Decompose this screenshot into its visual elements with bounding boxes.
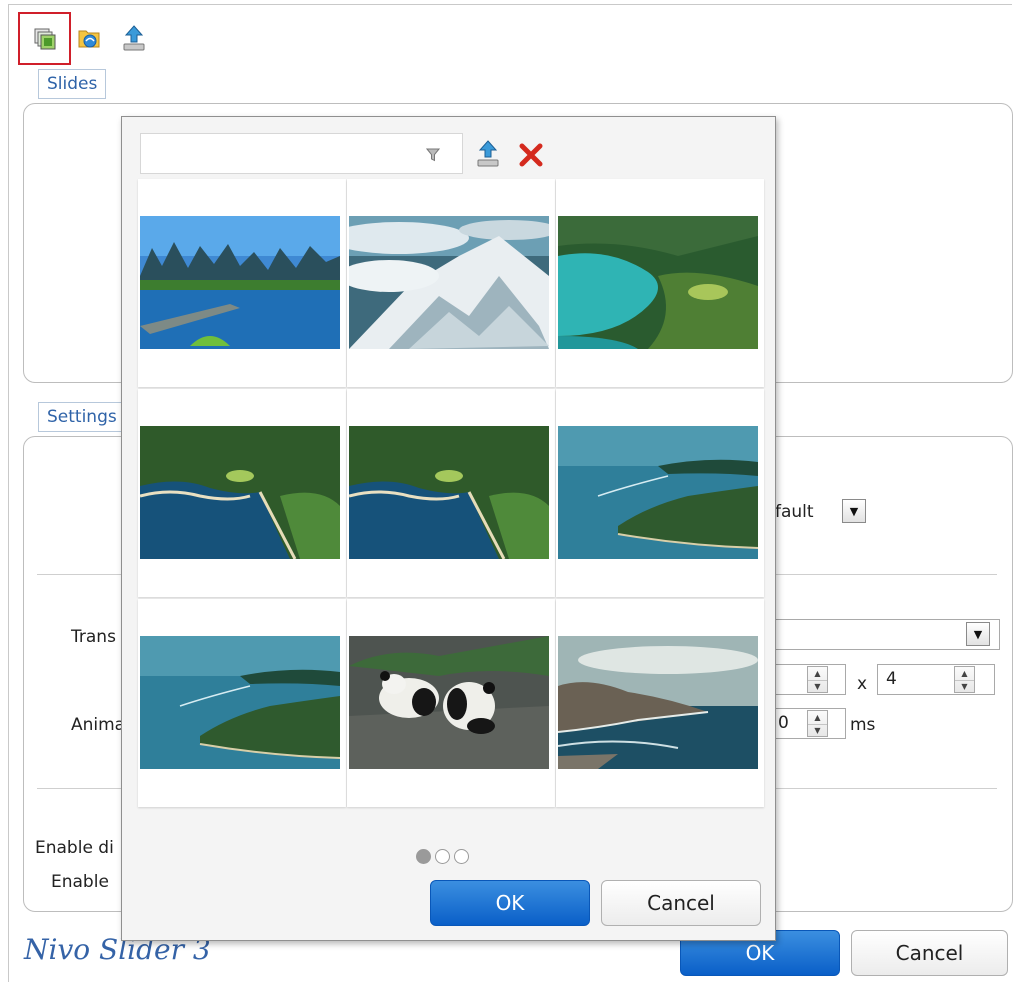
spin-down-icon[interactable]: ▼ [955,679,974,693]
upload-icon [123,25,145,51]
spin-up-icon[interactable]: ▲ [808,667,827,680]
chevron-down-icon: ▼ [849,504,859,518]
image-tile[interactable] [556,389,764,597]
green-bay-aerial-2-thumbnail[interactable] [349,426,549,559]
settings-section-label: Settings [38,402,126,432]
karst-mountains-lake-image [140,216,340,349]
rocky-coastline-thumbnail[interactable] [558,636,758,769]
cancel-button-label: Cancel [895,941,964,965]
filter-icon[interactable] [426,148,440,162]
image-tile[interactable] [347,389,555,597]
page-dot-2[interactable] [435,849,450,864]
transition-label: Trans [71,627,116,647]
green-bay-aerial-2-image [349,426,549,559]
grid-y-spinner[interactable]: ▲ ▼ [954,666,975,693]
image-library-icon [78,30,100,48]
chevron-down-icon: ▼ [973,627,983,641]
island-boat-sea-image [558,426,758,559]
image-tile[interactable] [347,599,555,807]
image-tile[interactable] [556,179,764,387]
image-tile[interactable] [138,179,346,387]
grid-y-input[interactable]: 4 [877,664,995,695]
slides-section-label: Slides [38,69,107,99]
animation-label: Anima [71,715,126,735]
picker-ok-label: OK [495,891,525,915]
picker-cancel-button[interactable]: Cancel [601,880,761,926]
picker-ok-button[interactable]: OK [430,880,590,926]
image-tile[interactable] [347,179,555,387]
spin-down-icon[interactable]: ▼ [808,679,827,693]
add-slide-icon [34,28,55,49]
image-filter-input[interactable] [140,133,463,174]
animation-unit: ms [850,715,876,735]
theme-dropdown-button[interactable]: ▼ [842,499,866,523]
image-picker-dialog: OK Cancel [121,116,776,941]
snowy-mountain-peak-thumbnail[interactable] [349,216,549,349]
island-boat-sea-2-image [140,636,340,769]
theme-select-value: fault [775,502,814,522]
karst-mountains-lake-thumbnail[interactable] [140,216,340,349]
upload-button[interactable] [117,21,151,55]
pagination-dots [416,849,469,864]
image-grid [138,179,765,807]
island-boat-sea-2-thumbnail[interactable] [140,636,340,769]
grid-y-value: 4 [886,669,897,689]
transition-dropdown-button[interactable]: ▼ [966,622,990,646]
ok-button-label: OK [745,941,775,965]
pandas-on-rock-image [349,636,549,769]
image-tile[interactable] [138,389,346,597]
coastal-lagoon-thumbnail[interactable] [558,216,758,349]
picker-cancel-label: Cancel [647,891,715,915]
spin-down-icon[interactable]: ▼ [808,723,827,737]
grid-x-spinner[interactable]: ▲ ▼ [807,666,828,693]
coastal-lagoon-image [558,216,758,349]
transition-select[interactable] [740,619,1000,650]
rocky-coastline-image [558,636,758,769]
green-bay-aerial-image [140,426,340,559]
upload-image-icon[interactable] [475,139,501,169]
image-library-button[interactable] [72,21,106,55]
enable-option-2-label: Enable [51,872,109,892]
page-dot-1[interactable] [416,849,431,864]
animation-speed-spinner[interactable]: ▲ ▼ [807,710,828,737]
island-boat-sea-thumbnail[interactable] [558,426,758,559]
page-dot-3[interactable] [454,849,469,864]
add-slide-button[interactable] [18,12,71,65]
spin-up-icon[interactable]: ▲ [808,711,827,724]
image-tile[interactable] [138,599,346,807]
enable-option-1-label: Enable di [35,838,114,858]
delete-image-icon[interactable] [518,142,544,168]
animation-speed-value: 0 [778,713,789,733]
pandas-on-rock-thumbnail[interactable] [349,636,549,769]
image-tile[interactable] [556,599,764,807]
spin-up-icon[interactable]: ▲ [955,667,974,680]
snowy-mountain-peak-image [349,216,549,349]
green-bay-aerial-thumbnail[interactable] [140,426,340,559]
grid-times-label: x [857,674,868,694]
cancel-button[interactable]: Cancel [851,930,1008,976]
